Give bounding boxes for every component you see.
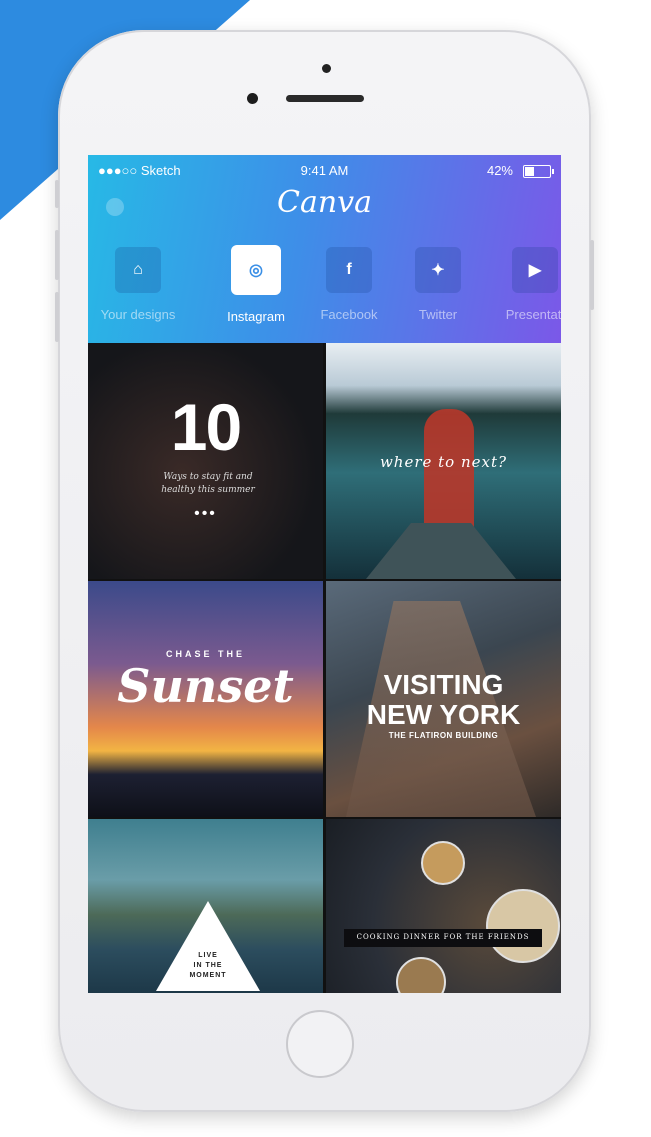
tab-presentation[interactable]: ▶ Presentati (485, 247, 561, 322)
banner-text: COOKING DINNER FOR THE FRIENDS (356, 933, 530, 941)
app-header: ●●●○○ Sketch 9:41 AM 42% Canva ⌂ Your de… (88, 155, 561, 343)
template-title-line1: VISITING (383, 669, 504, 700)
presentation-icon: ▶ (512, 247, 558, 293)
camera-lens (322, 64, 331, 73)
home-icon: ⌂ (115, 247, 161, 293)
template-script-title: Sunset (117, 659, 294, 713)
template-title-line2: NEW YORK (366, 699, 521, 730)
template-visiting-new-york[interactable]: VISITING NEW YORK THE FLATIRON BUILDING (326, 581, 561, 817)
template-cooking-dinner[interactable]: COOKING DINNER FOR THE FRIENDS (326, 819, 561, 993)
template-grid: 10 Ways to stay fit and healthy this sum… (88, 343, 561, 993)
tab-label: Facebook (320, 307, 378, 322)
battery-icon (523, 165, 554, 178)
woman-figure (424, 409, 474, 539)
food-bowl (486, 889, 560, 963)
instagram-icon: ◎ (231, 245, 281, 295)
template-kicker: CHASE THE (165, 649, 245, 659)
template-live-in-the-moment[interactable]: LIVE IN THE MOMENT (88, 819, 323, 993)
phone-screen: ●●●○○ Sketch 9:41 AM 42% Canva ⌂ Your de… (88, 155, 561, 993)
ellipsis-dots: ••• (194, 505, 217, 522)
tab-label: Instagram (227, 309, 285, 324)
proximity-sensor (247, 93, 258, 104)
template-chase-the-sunset[interactable]: CHASE THE Sunset (88, 581, 323, 817)
canoe-shape (366, 523, 516, 579)
earpiece-speaker (286, 95, 364, 102)
food-plate (421, 841, 465, 885)
battery-percent: 42% (486, 163, 513, 178)
power-button (590, 240, 594, 310)
tab-instagram[interactable]: ◎ Instagram (206, 245, 306, 324)
tab-label: Twitter (418, 307, 458, 322)
template-subtitle: THE FLATIRON BUILDING (388, 731, 499, 740)
tab-your-designs[interactable]: ⌂ Your designs (88, 247, 188, 322)
facebook-icon: f (326, 247, 372, 293)
template-subtitle: Ways to stay fit and healthy this summer (161, 472, 255, 495)
volume-down-button (55, 292, 59, 342)
mute-switch (55, 180, 59, 208)
tab-label: Presentati (505, 307, 561, 322)
template-fitness[interactable]: 10 Ways to stay fit and healthy this sum… (88, 343, 323, 579)
design-type-tabs: ⌂ Your designs ◎ Instagram f Facebook ✦ … (88, 245, 561, 327)
volume-up-button (55, 230, 59, 280)
template-caption: where to next? (379, 453, 508, 471)
triangle-text: LIVE IN THE MOMENT (189, 952, 227, 979)
twitter-icon: ✦ (415, 247, 461, 293)
tab-label: Your designs (100, 307, 176, 322)
tab-twitter[interactable]: ✦ Twitter (388, 247, 488, 322)
template-where-to-next[interactable]: where to next? (326, 343, 561, 579)
food-dish (396, 957, 446, 993)
canva-logo: Canva (277, 185, 372, 220)
status-bar: ●●●○○ Sketch 9:41 AM 42% (88, 155, 561, 185)
home-button[interactable] (286, 1010, 354, 1078)
tab-facebook[interactable]: f Facebook (299, 247, 399, 322)
template-number: 10 (170, 390, 242, 464)
